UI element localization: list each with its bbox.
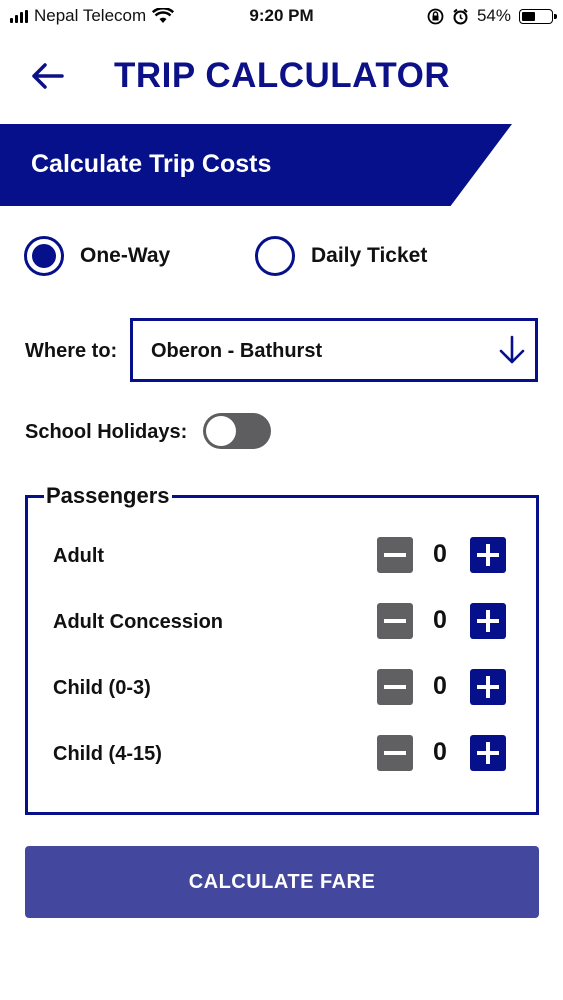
school-holidays-toggle[interactable]: [203, 413, 271, 449]
decrement-button[interactable]: [377, 669, 413, 705]
arrow-down-icon: [499, 335, 525, 364]
increment-button[interactable]: [470, 603, 506, 639]
passenger-label: Adult: [53, 545, 105, 567]
passenger-label: Child (0-3): [53, 677, 151, 699]
destination-select[interactable]: Oberon - Bathurst: [130, 318, 538, 382]
school-holidays-label: School Holidays:: [25, 421, 188, 443]
back-button[interactable]: [28, 56, 68, 96]
page-title: TRIP CALCULATOR: [114, 56, 451, 95]
passenger-count: 0: [433, 540, 447, 568]
decrement-button[interactable]: [377, 735, 413, 771]
toggle-knob: [206, 416, 236, 446]
passenger-label: Child (4-15): [53, 743, 162, 765]
destination-value: Oberon - Bathurst: [151, 340, 323, 362]
status-bar: Nepal Telecom 9:20 PM 54%: [0, 0, 563, 32]
radio-one-way[interactable]: One-Way: [24, 236, 170, 276]
calculate-fare-label: CALCULATE FARE: [188, 871, 376, 893]
increment-button[interactable]: [470, 537, 506, 573]
back-arrow-icon: [32, 63, 64, 89]
passenger-count: 0: [433, 738, 447, 766]
increment-button[interactable]: [470, 669, 506, 705]
passenger-row-adult: Adult 0: [53, 537, 508, 575]
passenger-count: 0: [433, 606, 447, 634]
radio-unselected-icon: [255, 236, 295, 276]
radio-selected-icon: [24, 236, 64, 276]
battery-icon: [519, 8, 557, 24]
passengers-legend: Passengers: [44, 483, 172, 509]
calculate-fare-button[interactable]: CALCULATE FARE: [25, 846, 539, 918]
battery-percent: 54%: [476, 6, 511, 25]
battery-fill: [522, 11, 536, 21]
status-right: 54%: [427, 6, 557, 26]
orientation-lock-icon: [427, 8, 444, 24]
radio-daily-ticket-label: Daily Ticket: [311, 244, 428, 267]
banner-title: Calculate Trip Costs: [31, 150, 272, 178]
decrement-button[interactable]: [377, 537, 413, 573]
passenger-row-child-0-3: Child (0-3) 0: [53, 669, 508, 707]
passenger-row-adult-concession: Adult Concession 0: [53, 603, 508, 641]
radio-daily-ticket[interactable]: Daily Ticket: [255, 236, 427, 276]
passenger-label: Adult Concession: [53, 611, 224, 633]
passenger-row-child-4-15: Child (4-15) 0: [53, 735, 508, 773]
decrement-button[interactable]: [377, 603, 413, 639]
where-to-label: Where to:: [25, 340, 118, 362]
radio-one-way-label: One-Way: [80, 244, 171, 267]
alarm-icon: [453, 8, 468, 24]
passenger-count: 0: [433, 672, 447, 700]
increment-button[interactable]: [470, 735, 506, 771]
